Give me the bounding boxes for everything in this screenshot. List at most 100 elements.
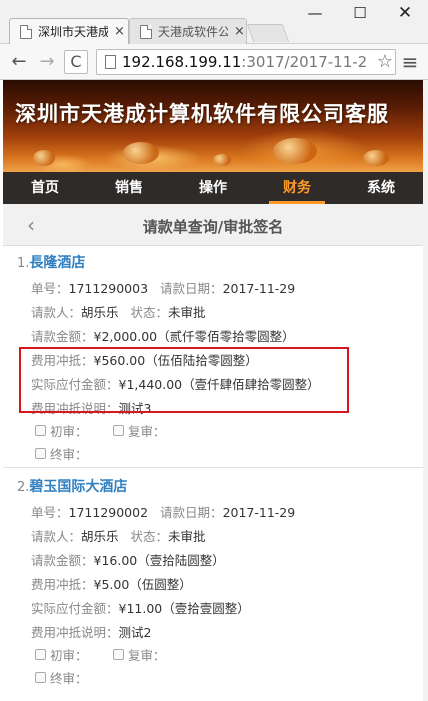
page-header: ‹ 请款单查询/审批签名 xyxy=(3,204,423,246)
field-label: 费用冲抵： xyxy=(31,577,94,592)
request-date: 2017-11-29 xyxy=(222,505,296,520)
nav-item-system[interactable]: 系统 xyxy=(339,172,423,204)
checkbox-label: 复审： xyxy=(128,424,166,439)
forward-arrow-icon[interactable]: → xyxy=(36,51,58,73)
close-icon[interactable]: × xyxy=(234,24,245,39)
record-list: 1.長隆酒店 单号：1711290003 请款日期：2017-11-29 请款人：… xyxy=(3,246,423,701)
status-value: 未审批 xyxy=(168,529,206,544)
field-label: 单号： xyxy=(31,505,69,520)
close-icon[interactable]: × xyxy=(114,24,125,39)
minimize-button[interactable]: — xyxy=(300,4,330,22)
browser-tab-inactive[interactable]: 天港成软件公 × xyxy=(129,18,247,44)
tab-title: 天港成软件公 xyxy=(158,25,228,39)
banner-decoration xyxy=(33,150,55,166)
record-header: 2.碧玉国际大酒店 xyxy=(17,476,127,496)
vertical-scrollbar[interactable] xyxy=(423,80,428,701)
list-item: 1.長隆酒店 单号：1711290003 请款日期：2017-11-29 请款人：… xyxy=(3,246,423,468)
checkbox-icon[interactable] xyxy=(35,649,46,660)
checkbox-label: 终审： xyxy=(50,671,88,686)
record-header: 1.長隆酒店 xyxy=(17,252,85,272)
checkbox-second-review[interactable]: 复审： xyxy=(113,421,166,440)
record-line: 请款金额：¥16.00（壹拾陆圆整） xyxy=(31,550,225,569)
record-line: 请款人：胡乐乐 状态：未审批 xyxy=(31,302,206,321)
request-amount: ¥2,000.00（贰仟零佰零拾零圆整） xyxy=(93,329,295,344)
url-text: 192.168.199.11:3017/2017-11-2 xyxy=(122,53,367,71)
company-title: 深圳市天港成计算机软件有限公司客服 xyxy=(15,101,389,126)
offset-amount: ¥5.00（伍圆整） xyxy=(93,577,192,592)
field-label: 请款日期： xyxy=(160,505,223,520)
checkbox-first-review[interactable]: 初审： xyxy=(35,421,88,440)
order-number: 1711290002 xyxy=(68,505,149,520)
checkbox-final-review[interactable]: 终审： xyxy=(35,444,88,463)
checkbox-second-review[interactable]: 复审： xyxy=(113,645,166,664)
url-path: :3017/2017-11-2 xyxy=(241,53,368,71)
field-label: 实际应付金额： xyxy=(31,601,119,616)
requester: 胡乐乐 xyxy=(81,305,119,320)
window-close-button[interactable]: ✕ xyxy=(390,4,420,22)
checkbox-icon[interactable] xyxy=(35,448,46,459)
checkbox-icon[interactable] xyxy=(113,425,124,436)
menu-icon[interactable]: ≡ xyxy=(400,52,420,72)
order-number: 1711290003 xyxy=(68,281,149,296)
nav-item-home[interactable]: 首页 xyxy=(3,172,87,204)
record-index: 2. xyxy=(17,480,30,495)
nav-item-finance[interactable]: 财务 xyxy=(255,172,339,204)
requester: 胡乐乐 xyxy=(81,529,119,544)
record-line: 单号：1711290003 请款日期：2017-11-29 xyxy=(31,278,295,297)
field-label: 单号： xyxy=(31,281,69,296)
checkbox-label: 复审： xyxy=(128,648,166,663)
tab-title: 深圳市天港成 xyxy=(38,25,108,39)
field-label: 请款日期： xyxy=(160,281,223,296)
main-nav: 首页 销售 操作 财务 系统 xyxy=(3,172,423,204)
payable-amount: ¥11.00（壹拾壹圆整） xyxy=(118,601,250,616)
field-label: 请款人： xyxy=(31,305,82,320)
page-icon xyxy=(105,55,116,69)
checkbox-icon[interactable] xyxy=(35,425,46,436)
record-line: 费用冲抵：¥5.00（伍圆整） xyxy=(31,574,192,593)
checkbox-final-review[interactable]: 终审： xyxy=(35,668,88,687)
record-line: 请款人：胡乐乐 状态：未审批 xyxy=(31,526,206,545)
back-arrow-icon[interactable]: ← xyxy=(8,51,30,73)
checkbox-icon[interactable] xyxy=(113,649,124,660)
maximize-button[interactable]: ☐ xyxy=(345,4,375,22)
field-label: 请款金额： xyxy=(31,329,94,344)
page-icon xyxy=(140,24,152,39)
browser-toolbar: ← → C 192.168.199.11:3017/2017-11-2 ☆ ≡ xyxy=(0,44,428,80)
nav-item-sales[interactable]: 销售 xyxy=(87,172,171,204)
page-title: 请款单查询/审批签名 xyxy=(142,218,284,236)
address-bar[interactable]: 192.168.199.11:3017/2017-11-2 ☆ xyxy=(96,49,396,75)
nav-item-operations[interactable]: 操作 xyxy=(171,172,255,204)
record-index: 1. xyxy=(17,256,30,271)
checkbox-icon[interactable] xyxy=(35,672,46,683)
field-label: 请款人： xyxy=(31,529,82,544)
highlight-box xyxy=(19,347,349,413)
checkbox-label: 初审： xyxy=(50,424,88,439)
browser-tab-strip: 深圳市天港成 × 天港成软件公 × — ☐ ✕ xyxy=(0,0,428,44)
page-icon xyxy=(20,24,32,39)
offset-note: 测试2 xyxy=(118,625,152,640)
field-label: 费用冲抵说明： xyxy=(31,625,119,640)
browser-tab-active[interactable]: 深圳市天港成 × xyxy=(9,18,129,44)
status-value: 未审批 xyxy=(168,305,206,320)
record-line: 实际应付金额：¥11.00（壹拾壹圆整） xyxy=(31,598,250,617)
reload-icon[interactable]: C xyxy=(64,50,88,74)
field-label: 状态： xyxy=(130,529,169,544)
field-label: 请款金额： xyxy=(31,553,94,568)
request-date: 2017-11-29 xyxy=(222,281,296,296)
banner-decoration xyxy=(363,150,389,166)
banner-decoration xyxy=(123,142,159,164)
field-label: 状态： xyxy=(130,305,169,320)
record-name-link[interactable]: 長隆酒店 xyxy=(29,255,85,271)
new-tab-button[interactable] xyxy=(246,24,290,42)
list-item: 2.碧玉国际大酒店 单号：1711290002 请款日期：2017-11-29 请… xyxy=(3,468,423,701)
url-host: 192.168.199.11 xyxy=(122,53,242,71)
checkbox-label: 终审： xyxy=(50,447,88,462)
record-line: 费用冲抵说明：测试2 xyxy=(31,622,151,641)
bookmark-star-icon[interactable]: ☆ xyxy=(374,51,393,72)
record-line: 单号：1711290002 请款日期：2017-11-29 xyxy=(31,502,295,521)
record-line: 请款金额：¥2,000.00（贰仟零佰零拾零圆整） xyxy=(31,326,295,345)
request-amount: ¥16.00（壹拾陆圆整） xyxy=(93,553,225,568)
record-name-link[interactable]: 碧玉国际大酒店 xyxy=(29,479,127,495)
checkbox-first-review[interactable]: 初审： xyxy=(35,645,88,664)
checkbox-label: 初审： xyxy=(50,648,88,663)
